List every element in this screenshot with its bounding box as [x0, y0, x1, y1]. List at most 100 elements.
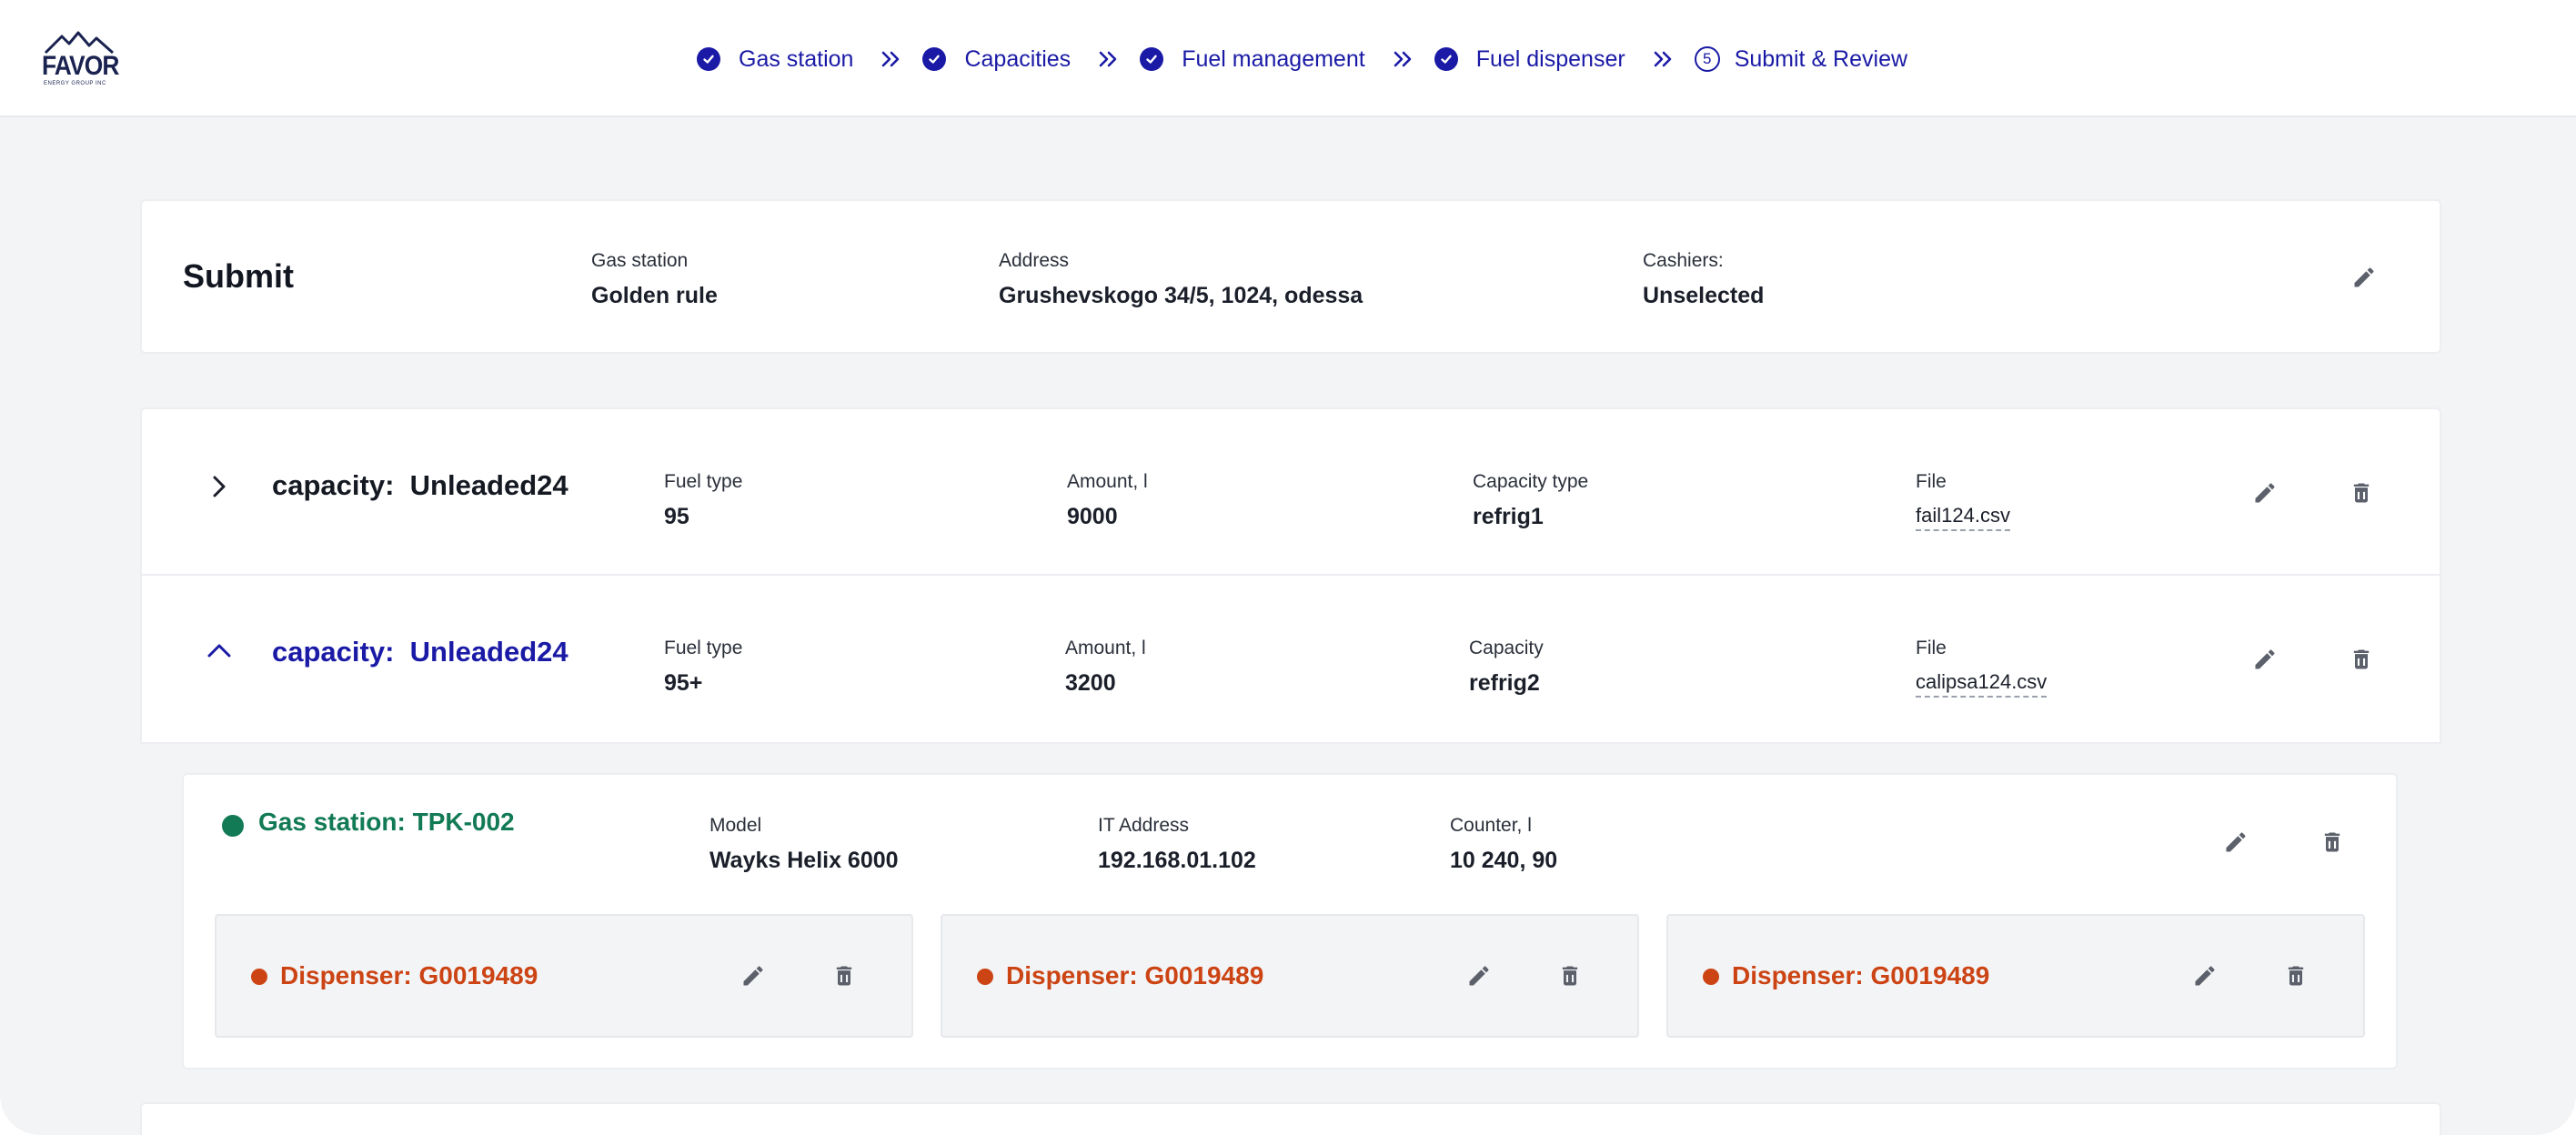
step-submit-review[interactable]: 5 Submit & Review — [1694, 46, 1907, 73]
step-fuel-management[interactable]: Fuel management — [1140, 46, 1365, 73]
edit-dispenser-button[interactable] — [1461, 958, 1497, 994]
expand-row-button[interactable] — [206, 473, 233, 500]
model-value: Wayks Helix 6000 — [709, 848, 899, 873]
capacity-title-prefix: capacity: — [272, 469, 395, 501]
next-section-card — [140, 1102, 2441, 1135]
file-label: File — [1916, 638, 1947, 658]
gas-station-label: Gas station — [591, 250, 689, 271]
pencil-icon — [2354, 267, 2374, 287]
gas-station-detail-card: Gas station: TPK-002 Model Wayks Helix 6… — [182, 773, 2398, 1070]
capacity-type-label: Capacity type — [1473, 471, 1589, 492]
file-link[interactable]: calipsa124.csv — [1916, 670, 2048, 698]
step-number-badge: 5 — [1694, 46, 1720, 72]
check-circle-icon — [922, 47, 947, 71]
amount-label: Amount, l — [1067, 471, 1148, 492]
amount-label: Amount, l — [1065, 638, 1146, 658]
capacity-row: capacity: Unleaded24 Fuel type 95+ Amoun… — [142, 576, 2440, 744]
step-label: Fuel dispenser — [1475, 45, 1625, 72]
status-dot — [251, 969, 267, 985]
page-title: Submit — [183, 257, 294, 295]
capacity-title: capacity: Unleaded24 — [272, 636, 569, 668]
counter-label: Counter, l — [1450, 815, 1532, 836]
pencil-icon — [2255, 483, 2275, 503]
double-chevron-right-icon — [880, 50, 901, 68]
status-dot — [977, 969, 993, 985]
delete-capacity-button[interactable] — [2343, 641, 2380, 678]
trash-icon — [2353, 483, 2370, 503]
gas-station-title: Gas station: TPK-002 — [258, 808, 515, 836]
delete-capacity-button[interactable] — [2343, 475, 2380, 511]
ip-address-label: IT Address — [1098, 815, 1189, 836]
trash-icon — [2288, 966, 2304, 986]
brand-logo[interactable]: FAVOR ENERGY GROUP INC — [42, 29, 119, 87]
amount-value: 9000 — [1067, 504, 1118, 529]
dispenser-title: Dispenser: G0019489 — [280, 961, 538, 989]
trash-icon — [1562, 966, 1578, 986]
step-capacities[interactable]: Capacities — [922, 46, 1071, 73]
cashiers-value: Unselected — [1643, 283, 1765, 308]
edit-submit-button[interactable] — [2346, 259, 2382, 296]
pencil-icon — [2226, 832, 2246, 852]
capacity-title-name: Unleaded24 — [409, 636, 569, 668]
step-fuel-dispenser[interactable]: Fuel dispenser — [1434, 46, 1625, 73]
status-dot — [1703, 969, 1719, 985]
model-label: Model — [709, 815, 762, 836]
ip-address-value: 192.168.01.102 — [1098, 848, 1256, 873]
address-label: Address — [999, 250, 1070, 271]
brand-logo-text: FAVOR — [42, 51, 119, 81]
check-circle-icon — [697, 47, 720, 71]
check-circle-icon — [1140, 47, 1164, 71]
edit-capacity-button[interactable] — [2247, 475, 2283, 511]
edit-dispenser-button[interactable] — [735, 958, 771, 994]
capacity-type-value: refrig1 — [1473, 504, 1544, 529]
step-label: Capacities — [964, 45, 1072, 72]
file-link[interactable]: fail124.csv — [1916, 504, 2010, 531]
fuel-type-value: 95 — [664, 504, 689, 529]
status-dot — [222, 815, 244, 837]
double-chevron-right-icon — [1653, 50, 1673, 68]
fuel-type-label: Fuel type — [664, 638, 743, 658]
trash-icon — [2324, 832, 2340, 852]
app-frame: FAVOR ENERGY GROUP INC Gas station Capac… — [0, 0, 2576, 1135]
delete-dispenser-button[interactable] — [826, 958, 862, 994]
edit-capacity-button[interactable] — [2247, 641, 2283, 678]
capacity-title-name: Unleaded24 — [409, 469, 569, 501]
step-gas-station[interactable]: Gas station — [697, 46, 853, 73]
pencil-icon — [2195, 966, 2215, 986]
dispenser-card: Dispenser: G0019489 — [1666, 914, 2365, 1038]
fuel-type-label: Fuel type — [664, 471, 743, 492]
chevron-right-icon — [213, 476, 226, 497]
double-chevron-right-icon — [1098, 50, 1118, 68]
capacities-card: capacity: Unleaded24 Fuel type 95 Amount… — [140, 407, 2441, 744]
step-label: Fuel management — [1182, 45, 1365, 72]
delete-dispenser-button[interactable] — [2278, 958, 2314, 994]
delete-gas-station-button[interactable] — [2314, 824, 2350, 860]
file-label: File — [1916, 471, 1947, 492]
dispenser-card: Dispenser: G0019489 — [941, 914, 1639, 1038]
brand-logo-subtext: ENERGY GROUP INC — [44, 81, 106, 86]
address-value: Grushevskogo 34/5, 1024, odessa — [999, 283, 1363, 308]
trash-icon — [836, 966, 852, 986]
capacity-title: capacity: Unleaded24 — [272, 469, 569, 502]
amount-value: 3200 — [1065, 670, 1116, 696]
top-bar: FAVOR ENERGY GROUP INC Gas station Capac… — [0, 0, 2576, 117]
edit-gas-station-button[interactable] — [2218, 824, 2254, 860]
collapse-row-button[interactable] — [206, 638, 233, 665]
capacity-title-prefix: capacity: — [272, 636, 395, 668]
submit-summary-card: Submit Gas station Golden rule Address G… — [140, 199, 2441, 354]
counter-value: 10 240, 90 — [1450, 848, 1558, 873]
wizard-stepper: Gas station Capacities Fuel management F… — [697, 44, 1907, 75]
check-circle-icon — [1434, 47, 1458, 71]
pencil-icon — [743, 966, 763, 986]
delete-dispenser-button[interactable] — [1552, 958, 1588, 994]
pencil-icon — [2255, 649, 2275, 669]
dispenser-title: Dispenser: G0019489 — [1006, 961, 1264, 989]
step-label: Gas station — [739, 45, 854, 72]
pencil-icon — [1469, 966, 1489, 986]
edit-dispenser-button[interactable] — [2187, 958, 2223, 994]
gas-station-value: Golden rule — [591, 283, 718, 308]
capacity-row: capacity: Unleaded24 Fuel type 95 Amount… — [142, 409, 2440, 576]
chevron-up-icon — [207, 644, 231, 658]
double-chevron-right-icon — [1393, 50, 1413, 68]
dispenser-title: Dispenser: G0019489 — [1732, 961, 1990, 989]
